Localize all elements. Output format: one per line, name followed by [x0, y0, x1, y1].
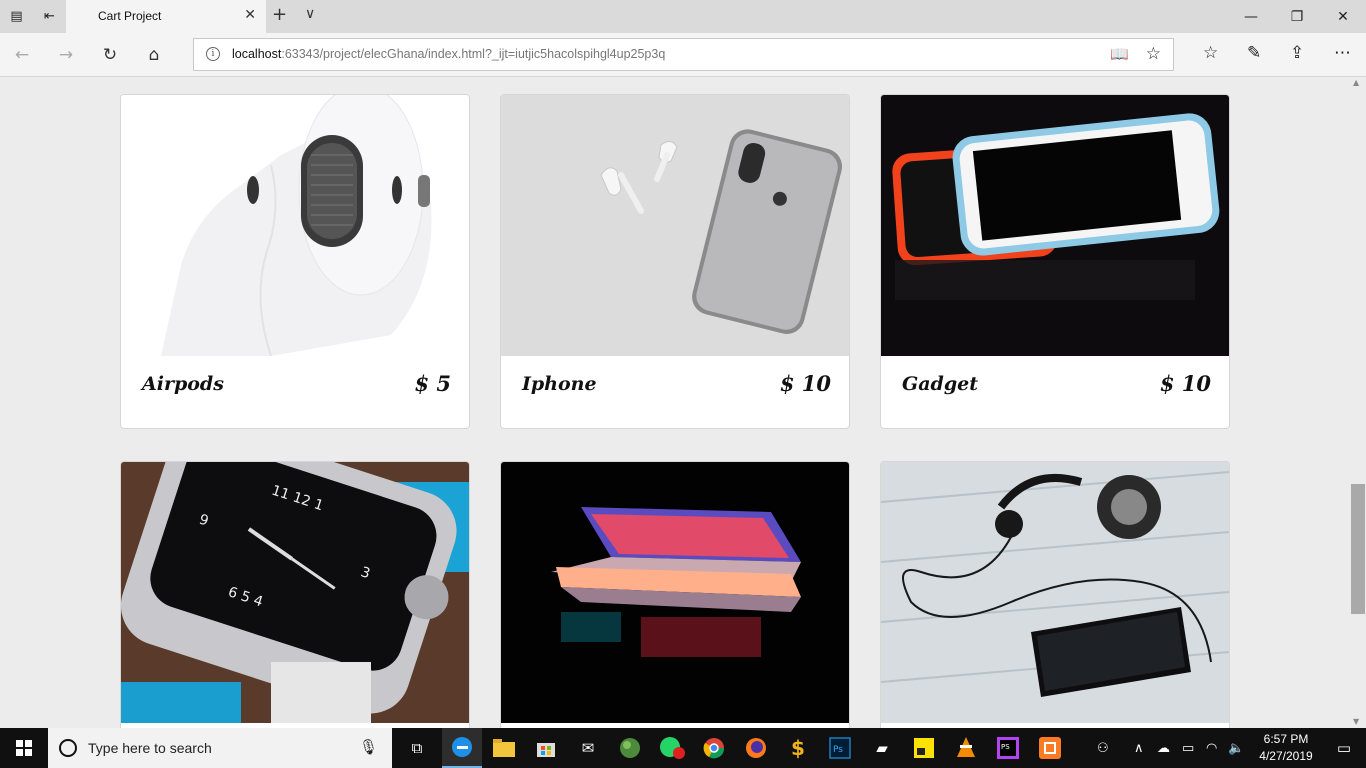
set-aside-tabs-icon[interactable]: ⇤: [33, 0, 66, 33]
windows-logo-icon: [16, 740, 32, 756]
product-card[interactable]: 11 12 1 9 3 6 5 4: [120, 461, 470, 728]
scroll-down-icon[interactable]: ▼: [1353, 717, 1359, 726]
product-price: $ 5: [414, 371, 451, 396]
navigation-bar: ← → ↻ ⌂ i localhost:63343/project/elecGh…: [0, 33, 1366, 77]
usb-drive-icon[interactable]: ▰: [862, 728, 902, 768]
reading-view-icon[interactable]: 📖: [1110, 45, 1129, 63]
product-image-watch: 11 12 1 9 3 6 5 4: [121, 462, 469, 723]
favorites-hub-icon[interactable]: ☆: [1203, 43, 1218, 63]
task-view-icon[interactable]: ⧉: [397, 728, 437, 768]
restore-icon[interactable]: ❐: [1274, 0, 1320, 33]
product-name: Iphone: [522, 373, 597, 395]
action-center-icon[interactable]: ▭: [1322, 728, 1366, 768]
store-icon[interactable]: [526, 728, 566, 768]
product-card[interactable]: [500, 461, 850, 728]
back-icon[interactable]: ←: [11, 44, 33, 66]
wifi-icon[interactable]: ◠: [1206, 728, 1217, 768]
xampp-icon[interactable]: [1030, 728, 1070, 768]
new-tab-icon[interactable]: +: [272, 4, 287, 25]
sticky-notes-icon[interactable]: [904, 728, 944, 768]
people-icon[interactable]: ⚇: [1097, 728, 1109, 768]
cortana-icon: [59, 739, 77, 757]
vlc-icon[interactable]: [946, 728, 986, 768]
edge-app-icon[interactable]: [442, 728, 482, 768]
address-bar[interactable]: i localhost:63343/project/elecGhana/inde…: [193, 38, 1174, 71]
product-image-iphone: [501, 95, 849, 356]
chevron-down-icon[interactable]: ∨: [305, 6, 315, 22]
svg-text:PS: PS: [1001, 743, 1010, 751]
whatsapp-icon[interactable]: [652, 728, 692, 768]
product-card[interactable]: [880, 461, 1230, 728]
tab-preview-icon[interactable]: ▤: [0, 0, 33, 33]
product-price: $ 10: [1159, 371, 1211, 396]
phpstorm-icon[interactable]: PS: [988, 728, 1028, 768]
product-card[interactable]: Airpods $ 5: [120, 94, 470, 429]
product-name: Gadget: [902, 373, 978, 395]
product-image-headphones: [881, 462, 1229, 723]
photoshop-icon[interactable]: Ps: [820, 728, 860, 768]
clock-time: 6:57 PM: [1263, 732, 1309, 746]
file-explorer-icon[interactable]: [484, 728, 524, 768]
info-icon[interactable]: i: [206, 47, 220, 61]
page-scrollbar[interactable]: ▲ ▼: [1350, 78, 1366, 728]
firefox-icon[interactable]: [736, 728, 776, 768]
battery-icon[interactable]: ▭: [1182, 728, 1194, 768]
product-grid: Airpods $ 5 Iphone $ 10 Gadget $ 10 11 1…: [0, 78, 1350, 728]
dollar-app-icon[interactable]: $: [778, 728, 818, 768]
product-price: $ 10: [779, 371, 831, 396]
share-icon[interactable]: ⇪: [1290, 43, 1304, 63]
onedrive-sync-icon[interactable]: ☁: [1157, 728, 1170, 768]
taskbar-search-box[interactable]: Type here to search 🎙: [48, 728, 392, 768]
home-icon[interactable]: ⌂: [143, 44, 165, 66]
start-button[interactable]: [0, 728, 48, 768]
chrome-icon[interactable]: [694, 728, 734, 768]
close-window-icon[interactable]: ✕: [1320, 0, 1366, 33]
product-name: Airpods: [142, 373, 224, 395]
product-image-airpods: [121, 95, 469, 356]
product-card[interactable]: Gadget $ 10: [880, 94, 1230, 429]
refresh-icon[interactable]: ↻: [99, 44, 121, 66]
pen-icon[interactable]: ✎: [1247, 43, 1261, 63]
minimize-icon[interactable]: —: [1228, 0, 1274, 33]
show-hidden-icons[interactable]: ∧: [1134, 728, 1144, 768]
product-image-laptop: [501, 462, 849, 723]
taskbar: Type here to search 🎙 ⧉ ✉ $ Ps ▰ PS ⚇ ∧ …: [0, 728, 1366, 768]
close-tab-icon[interactable]: ✕: [244, 7, 256, 23]
system-clock[interactable]: 6:57 PM 4/27/2019: [1254, 731, 1318, 765]
product-image-gadget: [881, 95, 1229, 356]
svg-text:Ps: Ps: [833, 745, 843, 755]
scrollbar-thumb[interactable]: [1351, 484, 1365, 614]
globe-app-icon[interactable]: [610, 728, 650, 768]
product-card[interactable]: Iphone $ 10: [500, 94, 850, 429]
scroll-up-icon[interactable]: ▲: [1353, 78, 1359, 87]
search-placeholder: Type here to search: [88, 740, 212, 756]
tab-bar: ▤ ⇤ Cart Project ✕ + ∨ — ❐ ✕: [0, 0, 1366, 33]
microphone-icon[interactable]: 🎙: [359, 738, 378, 756]
favorite-star-icon[interactable]: ☆: [1146, 44, 1161, 64]
more-icon[interactable]: ⋯: [1334, 43, 1351, 63]
volume-icon[interactable]: 🔈: [1228, 728, 1244, 768]
url-text: localhost:63343/project/elecGhana/index.…: [232, 47, 666, 61]
tab-title: Cart Project: [98, 9, 162, 23]
clock-date: 4/27/2019: [1259, 749, 1313, 763]
mail-icon[interactable]: ✉: [568, 728, 608, 768]
forward-icon[interactable]: →: [55, 44, 77, 66]
browser-tab[interactable]: Cart Project ✕: [66, 0, 266, 33]
